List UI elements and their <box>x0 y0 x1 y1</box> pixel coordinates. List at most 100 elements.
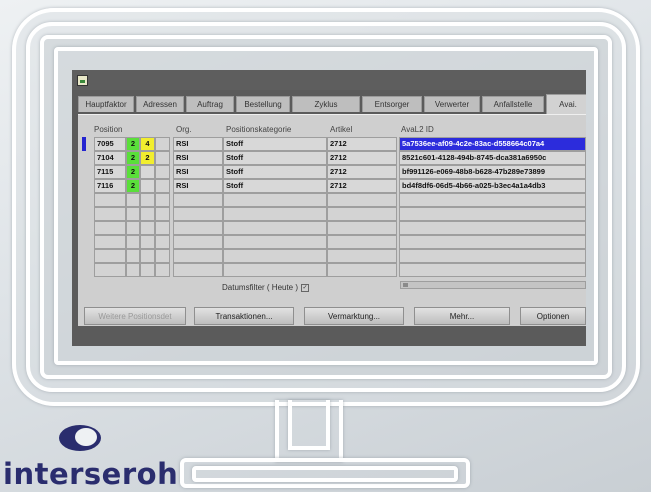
position-cell[interactable] <box>94 207 126 221</box>
status2-cell[interactable] <box>140 165 155 179</box>
kategorie-cell[interactable]: Stoff <box>223 151 327 165</box>
status2-cell[interactable]: 2 <box>140 151 155 165</box>
table-row[interactable]: 7095 2 4 RSI Stoff 2712 5a7536ee-af09-4c2e-83a… <box>78 137 586 151</box>
position-cell[interactable] <box>94 263 126 277</box>
mehr-button[interactable]: Mehr... <box>414 307 510 325</box>
datumsfilter[interactable]: Datumsfilter ( Heute ) ✓ <box>222 283 310 292</box>
position-cell[interactable] <box>94 193 126 207</box>
tab-hauptfaktor[interactable]: Hauptfaktor <box>78 96 134 112</box>
avail-id-cell[interactable] <box>399 221 586 235</box>
avail-id-cell[interactable] <box>399 263 586 277</box>
empty-table-row[interactable] <box>78 193 586 207</box>
status2-cell[interactable] <box>140 249 155 263</box>
status1-cell[interactable] <box>126 221 140 235</box>
status3-cell[interactable] <box>155 151 170 165</box>
kategorie-cell[interactable]: Stoff <box>223 179 327 193</box>
avail-id-cell[interactable]: 8521c601-4128-494b-8745-dca381a6950c <box>399 151 586 165</box>
datumsfilter-checkbox[interactable]: ✓ <box>301 283 310 292</box>
kategorie-cell[interactable]: Stoff <box>223 137 327 151</box>
status1-cell[interactable] <box>126 207 140 221</box>
status1-cell[interactable] <box>126 249 140 263</box>
table-row[interactable]: 7115 2 RSI Stoff 2712 bf991126-e069-48b8-b628… <box>78 165 586 179</box>
status3-cell[interactable] <box>155 207 170 221</box>
artikel-cell[interactable] <box>327 235 397 249</box>
status2-cell[interactable] <box>140 207 155 221</box>
status1-cell[interactable] <box>126 263 140 277</box>
status3-cell[interactable] <box>155 179 170 193</box>
tab-entsorger[interactable]: Entsorger <box>362 96 422 112</box>
kategorie-cell[interactable] <box>223 249 327 263</box>
org-cell[interactable]: RSI <box>173 179 223 193</box>
org-cell[interactable]: RSI <box>173 151 223 165</box>
weitere-positionsdetails-button[interactable]: Weitere Positionsdet <box>84 307 186 325</box>
status1-cell[interactable]: 2 <box>126 165 140 179</box>
status3-cell[interactable] <box>155 235 170 249</box>
artikel-cell[interactable]: 2712 <box>327 137 397 151</box>
position-cell[interactable] <box>94 221 126 235</box>
avail-id-cell[interactable] <box>399 249 586 263</box>
status2-cell[interactable] <box>140 193 155 207</box>
status3-cell[interactable] <box>155 165 170 179</box>
status1-cell[interactable]: 2 <box>126 151 140 165</box>
org-cell[interactable] <box>173 193 223 207</box>
tab-adressen[interactable]: Adressen <box>136 96 184 112</box>
tab-avail[interactable]: Avai. <box>546 94 586 114</box>
avail-id-cell[interactable] <box>399 235 586 249</box>
tab-anfallstelle[interactable]: Anfallstelle <box>482 96 544 112</box>
empty-table-row[interactable] <box>78 221 586 235</box>
table-row[interactable]: 7116 2 RSI Stoff 2712 bd4f8df6-06d5-4b66-a025… <box>78 179 586 193</box>
table-row[interactable]: 7104 2 2 RSI Stoff 2712 8521c601-4128-494b-874… <box>78 151 586 165</box>
status3-cell[interactable] <box>155 193 170 207</box>
scrollbar-thumb[interactable] <box>403 283 408 287</box>
status1-cell[interactable] <box>126 235 140 249</box>
org-cell[interactable] <box>173 221 223 235</box>
position-cell[interactable]: 7115 <box>94 165 126 179</box>
status2-cell[interactable] <box>140 263 155 277</box>
position-cell[interactable]: 7116 <box>94 179 126 193</box>
kategorie-cell[interactable]: Stoff <box>223 165 327 179</box>
tab-bestellung[interactable]: Bestellung <box>236 96 290 112</box>
artikel-cell[interactable] <box>327 263 397 277</box>
kategorie-cell[interactable] <box>223 235 327 249</box>
horizontal-scrollbar[interactable] <box>400 281 586 289</box>
status2-cell[interactable] <box>140 179 155 193</box>
status1-cell[interactable]: 2 <box>126 179 140 193</box>
kategorie-cell[interactable] <box>223 221 327 235</box>
avail-id-cell[interactable] <box>399 207 586 221</box>
artikel-cell[interactable]: 2712 <box>327 165 397 179</box>
status3-cell[interactable] <box>155 249 170 263</box>
avail-id-cell[interactable]: bd4f8df6-06d5-4b66-a025-b3ec4a1a4db3 <box>399 179 586 193</box>
tab-auftrag[interactable]: Auftrag <box>186 96 234 112</box>
status3-cell[interactable] <box>155 137 170 151</box>
status1-cell[interactable]: 2 <box>126 137 140 151</box>
org-cell[interactable] <box>173 263 223 277</box>
tab-verwerter[interactable]: Verwerter <box>424 96 480 112</box>
org-cell[interactable] <box>173 207 223 221</box>
artikel-cell[interactable]: 2712 <box>327 151 397 165</box>
artikel-cell[interactable]: 2712 <box>327 179 397 193</box>
org-cell[interactable] <box>173 249 223 263</box>
org-cell[interactable]: RSI <box>173 137 223 151</box>
position-cell[interactable]: 7104 <box>94 151 126 165</box>
empty-table-row[interactable] <box>78 235 586 249</box>
avail-id-cell[interactable]: bf991126-e069-48b8-b628-47b289e73899 <box>399 165 586 179</box>
empty-table-row[interactable] <box>78 249 586 263</box>
transaktionen-button[interactable]: Transaktionen... <box>194 307 294 325</box>
empty-table-row[interactable] <box>78 263 586 277</box>
status3-cell[interactable] <box>155 263 170 277</box>
kategorie-cell[interactable] <box>223 207 327 221</box>
artikel-cell[interactable] <box>327 221 397 235</box>
status3-cell[interactable] <box>155 221 170 235</box>
org-cell[interactable] <box>173 235 223 249</box>
avail-id-cell[interactable]: 5a7536ee-af09-4c2e-83ac-d558664c07a4 <box>399 137 586 151</box>
status2-cell[interactable] <box>140 235 155 249</box>
kategorie-cell[interactable] <box>223 263 327 277</box>
position-cell[interactable] <box>94 249 126 263</box>
org-cell[interactable]: RSI <box>173 165 223 179</box>
status2-cell[interactable]: 4 <box>140 137 155 151</box>
optionen-button[interactable]: Optionen <box>520 307 586 325</box>
artikel-cell[interactable] <box>327 207 397 221</box>
position-cell[interactable] <box>94 235 126 249</box>
empty-table-row[interactable] <box>78 207 586 221</box>
avail-id-cell[interactable] <box>399 193 586 207</box>
